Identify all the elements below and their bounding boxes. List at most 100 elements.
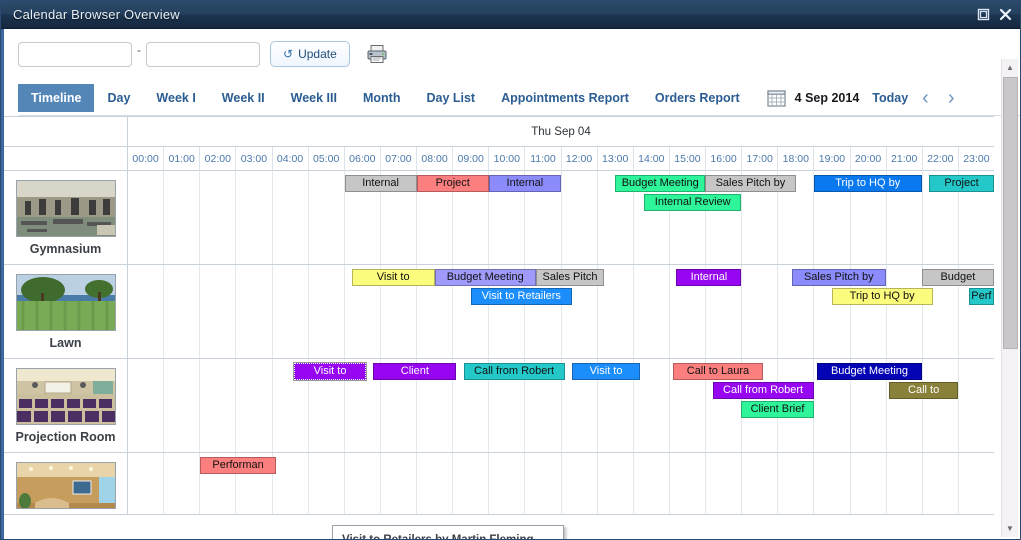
hour-cell-1200: 12:00 — [560, 147, 597, 171]
calendar-event[interactable]: Internal — [344, 175, 417, 192]
resource-lane[interactable]: Internal Project Internal Budget Meeting Sal… — [128, 171, 994, 264]
tab-day[interactable]: Day — [94, 85, 143, 111]
tab-day-list[interactable]: Day List — [413, 85, 488, 111]
window-title: Calendar Browser Overview — [13, 7, 180, 22]
hour-cell-0800: 08:00 — [416, 147, 453, 171]
hour-column — [271, 453, 308, 514]
calendar-event[interactable]: Internal Review — [643, 194, 742, 211]
hour-cell-1000: 10:00 — [488, 147, 525, 171]
vertical-scrollbar[interactable]: ▲ ▼ — [1001, 59, 1018, 537]
hour-column — [849, 453, 886, 514]
hour-column — [307, 453, 344, 514]
calendar-event[interactable]: Budget Meeting — [615, 175, 706, 192]
calendar-event[interactable]: Trip to HQ by — [831, 288, 933, 305]
calendar-event[interactable]: Call to — [889, 382, 958, 399]
resource-lane[interactable]: Visit to Budget Meeting Sales Pitch Interna… — [128, 265, 994, 358]
hour-column — [632, 453, 669, 514]
calendar-event[interactable]: Project — [929, 175, 994, 192]
resource-lane[interactable]: Performan — [128, 453, 994, 514]
hour-column — [128, 359, 163, 452]
gymnasium-photo — [15, 180, 116, 237]
calendar-event[interactable]: Visit to Retailers — [470, 288, 572, 305]
resource-lane[interactable]: Visit to Client Call from Robert Visit to Ca… — [128, 359, 994, 452]
calendar-event[interactable]: Internal — [676, 269, 742, 286]
hour-column — [813, 453, 849, 514]
resource-cell[interactable]: Projection Room — [4, 359, 128, 452]
hour-cell-1800: 18:00 — [777, 147, 814, 171]
tooltip-title: Visit to Retailers by Martin Fleming — [342, 533, 554, 539]
hour-column — [524, 453, 560, 514]
calendar-event[interactable]: Client — [373, 363, 457, 380]
hour-column — [163, 265, 199, 358]
calendar-event[interactable]: Trip to HQ by — [813, 175, 922, 192]
date-from-input[interactable] — [18, 41, 132, 67]
scroll-down-icon[interactable]: ▼ — [1002, 520, 1019, 537]
current-date-label: 4 Sep 2014 — [794, 90, 860, 105]
hour-column — [777, 453, 813, 514]
hour-column — [235, 265, 271, 358]
tab-timeline[interactable]: Timeline — [18, 83, 95, 112]
tab-week-iii[interactable]: Week III — [278, 85, 350, 111]
event-tooltip: Visit to Retailers by Martin Fleming Sta… — [332, 525, 564, 539]
date-range-separator: - — [137, 43, 141, 57]
hour-cell-0300: 03:00 — [235, 147, 272, 171]
hour-column — [128, 265, 163, 358]
calendar-event[interactable]: Call from Robert — [712, 382, 814, 399]
hour-column — [199, 171, 235, 264]
resource-rows: Gymnasium Internal Project Internal Budget M… — [4, 171, 994, 515]
hour-column — [343, 453, 380, 514]
calendar-event[interactable]: Budget — [921, 269, 994, 286]
tab-week-ii[interactable]: Week II — [209, 85, 278, 111]
resource-row: Performan — [4, 453, 994, 515]
calendar-event[interactable]: Visit to — [351, 269, 435, 286]
calendar-icon[interactable] — [767, 89, 786, 107]
tab-appointments-report[interactable]: Appointments Report — [488, 85, 642, 111]
calendar-event[interactable]: Performan — [200, 457, 276, 474]
resource-cell[interactable]: Gymnasium — [4, 171, 128, 264]
maximize-icon[interactable] — [972, 5, 994, 25]
hour-column — [885, 265, 922, 358]
hour-cells: 00:00 01:00 02:00 03:00 04:00 05:00 06:00 07:00… — [128, 147, 994, 171]
resource-cell[interactable]: Lawn — [4, 265, 128, 358]
print-button[interactable] — [364, 41, 390, 67]
calendar-event[interactable]: Budget Meeting — [817, 363, 922, 380]
date-to-input[interactable] — [146, 41, 260, 67]
calendar-event[interactable]: Perf — [968, 288, 994, 305]
hour-column — [921, 359, 958, 452]
hour-cell-2000: 20:00 — [849, 147, 886, 171]
hour-column — [235, 171, 271, 264]
chevron-right-icon[interactable]: › — [943, 88, 960, 108]
calendar-event[interactable]: Sales Pitch by — [705, 175, 796, 192]
calendar-event[interactable]: Project — [416, 175, 489, 192]
calendar-event[interactable]: Call to Laura — [672, 363, 764, 380]
hour-column — [128, 453, 163, 514]
hour-column — [705, 453, 741, 514]
hour-cell-0500: 05:00 — [307, 147, 344, 171]
calendar-event[interactable]: Client Brief — [741, 401, 814, 418]
today-button[interactable]: Today — [872, 91, 908, 105]
update-button[interactable]: ↺ Update — [270, 41, 350, 67]
hour-column — [632, 265, 669, 358]
tab-orders-report[interactable]: Orders Report — [642, 85, 753, 111]
chevron-left-icon[interactable]: ‹ — [917, 88, 934, 108]
scroll-up-icon[interactable]: ▲ — [1002, 59, 1019, 76]
date-range-row: - ↺ Update — [18, 39, 1020, 69]
tab-month[interactable]: Month — [350, 85, 413, 111]
timeline-grid[interactable]: Thu Sep 04 00:00 01:00 02:00 03:00 04:00 05:0… — [4, 116, 994, 539]
calendar-event[interactable]: Sales Pitch — [535, 269, 605, 286]
calendar-event[interactable]: Visit to — [571, 363, 641, 380]
calendar-event[interactable]: Call from Robert — [463, 363, 565, 380]
calendar-event[interactable]: Budget Meeting — [434, 269, 536, 286]
hour-column — [668, 453, 705, 514]
calendar-event[interactable]: Visit to — [292, 362, 368, 381]
tab-week-i[interactable]: Week I — [143, 85, 208, 111]
calendar-event[interactable]: Sales Pitch by — [791, 269, 886, 286]
hour-column — [957, 359, 994, 452]
close-icon[interactable] — [994, 5, 1016, 25]
resource-cell[interactable] — [4, 453, 128, 514]
hour-column — [921, 453, 958, 514]
scrollbar-thumb[interactable] — [1002, 77, 1018, 349]
hour-column — [957, 453, 994, 514]
calendar-event[interactable]: Internal — [488, 175, 561, 192]
hour-column — [885, 453, 922, 514]
